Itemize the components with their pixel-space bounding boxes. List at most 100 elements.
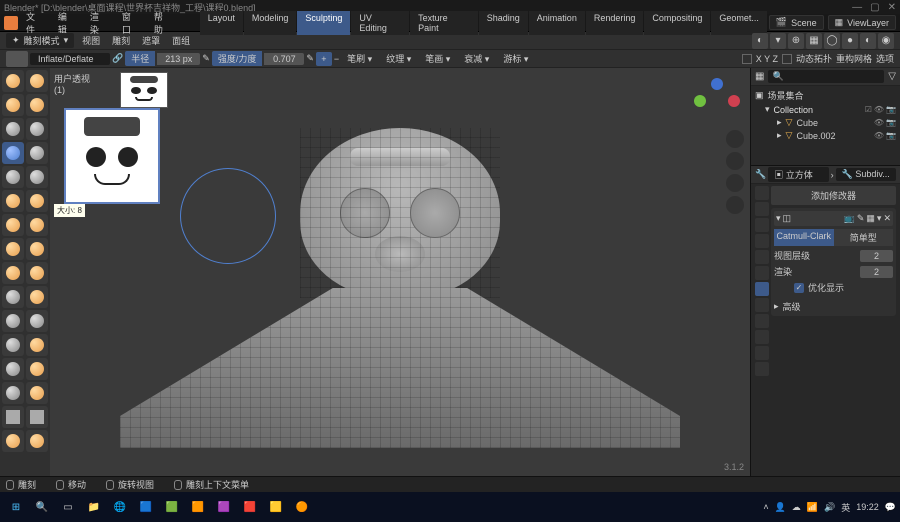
render-icon[interactable]: 📷 [886, 131, 896, 140]
mod-edit-icon[interactable]: ✎ [857, 213, 865, 224]
tool-nudge[interactable] [2, 310, 24, 332]
strength-value[interactable]: 0.707 [264, 53, 304, 65]
workspace-tab-layout[interactable]: Layout [200, 11, 243, 35]
taskview-icon[interactable]: ▭ [56, 495, 80, 519]
tool-pinch[interactable] [2, 238, 24, 260]
close-button[interactable]: ✕ [888, 2, 896, 13]
tool-scrape[interactable] [2, 214, 24, 236]
tool-slide[interactable] [2, 334, 24, 356]
tab-output[interactable] [755, 202, 769, 216]
mod-menu-icon[interactable]: ▾ [877, 213, 882, 224]
disclosure-icon[interactable]: ▸ [777, 130, 782, 141]
tab-render[interactable] [755, 186, 769, 200]
tab-world[interactable] [755, 250, 769, 264]
object-context[interactable]: ▣ 立方体 [768, 167, 828, 182]
tool-snake-hook[interactable] [26, 262, 48, 284]
start-button[interactable]: ⊞ [4, 495, 28, 519]
axis-y-icon[interactable] [694, 95, 706, 107]
tool-fill[interactable] [26, 190, 48, 212]
brush-link-icon[interactable]: 🔗 [112, 53, 123, 64]
radius-pressure-icon[interactable]: ✎ [202, 53, 210, 64]
modifier-context[interactable]: 🔧 Subdiv... [836, 168, 896, 181]
view-menu[interactable]: 视图 [78, 34, 104, 47]
viewlayer-selector[interactable]: ▦ ViewLayer [828, 15, 896, 30]
tool-simplify[interactable] [26, 358, 48, 380]
faceset-menu[interactable]: 面组 [168, 34, 194, 47]
axis-z-icon[interactable] [711, 78, 723, 90]
render-icon[interactable]: 📷 [886, 118, 896, 127]
camera-view-icon[interactable] [726, 174, 744, 192]
tool-mask[interactable] [2, 382, 24, 404]
tool-box-hide[interactable] [26, 406, 48, 428]
xray-toggle-icon[interactable]: ▦ [806, 33, 822, 49]
tab-viewlayer[interactable] [755, 218, 769, 232]
shading-wireframe-icon[interactable]: ◯ [824, 33, 840, 49]
app-icon-6[interactable]: 🟨 [264, 495, 288, 519]
3d-viewport[interactable]: 用户透视 (1) 大小: 8 [50, 68, 750, 476]
tab-modifiers[interactable] [755, 282, 769, 296]
mode-selector[interactable]: ✦ 雕刻模式 ▾ [6, 33, 74, 48]
tool-elastic[interactable] [2, 262, 24, 284]
menu-render[interactable]: 渲染 [84, 10, 114, 36]
cursor-dropdown[interactable]: 游标 ▾ [497, 51, 534, 66]
disclosure-icon[interactable]: ▾ [776, 213, 781, 224]
direction-subtract-button[interactable]: − [334, 54, 339, 64]
disclosure-icon[interactable]: ▾ [765, 104, 770, 115]
tab-material[interactable] [755, 362, 769, 376]
edge-icon[interactable]: 🌐 [108, 495, 132, 519]
app-icon-1[interactable]: 🟦 [134, 495, 158, 519]
tool-boundary[interactable] [26, 334, 48, 356]
editor-type-icon[interactable]: 🔧 [755, 169, 766, 180]
workspace-tab-rendering[interactable]: Rendering [586, 11, 644, 35]
tool-clay-thumb[interactable] [2, 118, 24, 140]
advanced-label[interactable]: 高级 [783, 300, 801, 313]
disclosure-icon[interactable]: ▸ [777, 117, 782, 128]
menu-file[interactable]: 文件 [20, 10, 50, 36]
workspace-tab-animation[interactable]: Animation [529, 11, 585, 35]
workspace-tab-shading[interactable]: Shading [479, 11, 528, 35]
tool-thumb[interactable] [2, 286, 24, 308]
tool-smooth[interactable] [26, 166, 48, 188]
workspace-tab-texture[interactable]: Texture Paint [410, 11, 478, 35]
outliner-search[interactable]: 🔍 [768, 70, 884, 83]
menu-window[interactable]: 窗口 [116, 10, 146, 36]
object-row-cube002[interactable]: ▸ ▽ Cube.002 👁📷 [755, 129, 896, 142]
add-modifier-button[interactable]: 添加修改器 [771, 186, 896, 205]
sculpt-menu[interactable]: 雕刻 [108, 34, 134, 47]
symmetry-x-checkbox[interactable] [742, 54, 752, 64]
tool-draw-sharp[interactable] [26, 70, 48, 92]
workspace-tab-sculpting[interactable]: Sculpting [297, 11, 350, 35]
tray-volume-icon[interactable]: 🔊 [824, 502, 835, 513]
mod-realtime-icon[interactable]: 📺 [844, 213, 855, 224]
blender-logo-icon[interactable] [4, 16, 18, 30]
exclude-icon[interactable]: ☑ [865, 105, 872, 114]
overlay-toggle-icon[interactable]: ◐ [752, 33, 768, 49]
tray-notification-icon[interactable]: 💬 [885, 502, 896, 513]
scene-selector[interactable]: 🎬 Scene [769, 15, 824, 30]
tray-ime[interactable]: 英 [841, 501, 850, 514]
workspace-tab-geometry[interactable]: Geomet... [711, 11, 767, 35]
search-taskbar-icon[interactable]: 🔍 [30, 495, 54, 519]
app-icon-3[interactable]: 🟧 [186, 495, 210, 519]
remesh-label[interactable]: 重构网格 [836, 52, 872, 65]
optimal-display-checkbox[interactable]: ✓ [794, 283, 804, 293]
radius-value[interactable]: 213 px [157, 53, 200, 65]
texture-dropdown[interactable]: 纹理 ▾ [380, 51, 417, 66]
gizmo-toggle-icon[interactable]: ⊕ [788, 33, 804, 49]
tool-blob[interactable] [26, 142, 48, 164]
tab-object[interactable] [755, 266, 769, 280]
eye-icon[interactable]: 👁 [874, 118, 884, 127]
collection-row[interactable]: ▾ Collection ☑👁📷 [755, 103, 896, 116]
tool-pose[interactable] [26, 286, 48, 308]
tab-scene[interactable] [755, 234, 769, 248]
reference-image-thumb[interactable] [120, 72, 168, 108]
tool-crease[interactable] [2, 166, 24, 188]
shading-material-icon[interactable]: ◐ [860, 33, 876, 49]
brush-name-field[interactable]: Inflate/Deflate [30, 53, 110, 65]
zoom-button-icon[interactable] [726, 130, 744, 148]
disclosure-icon[interactable]: ▸ [774, 301, 779, 312]
tool-box-mask[interactable] [2, 406, 24, 428]
tool-rotate[interactable] [26, 310, 48, 332]
tool-annotate[interactable] [2, 430, 24, 452]
tray-up-icon[interactable]: ˄ [763, 502, 768, 512]
